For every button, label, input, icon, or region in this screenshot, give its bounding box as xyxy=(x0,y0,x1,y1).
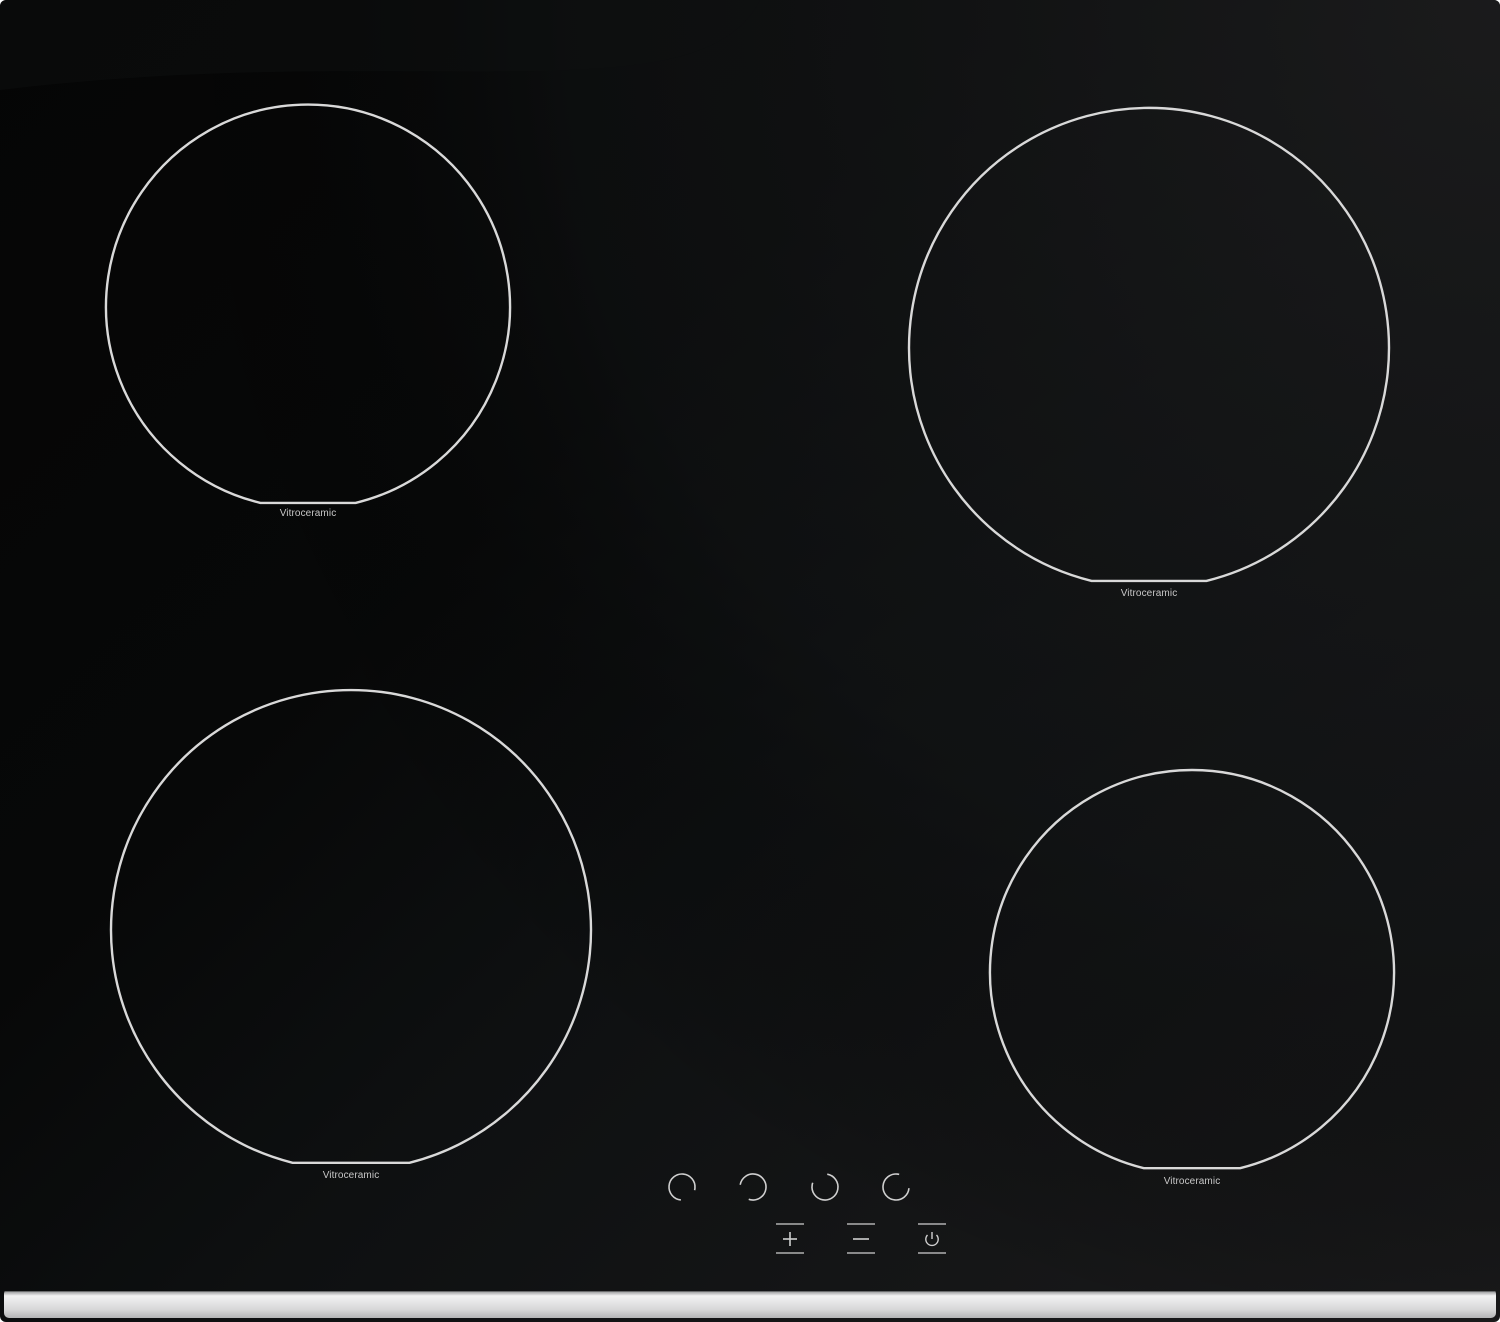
zone-label-front-left: Vitroceramic xyxy=(322,1170,380,1181)
zone-label-front-right: Vitroceramic xyxy=(1163,1176,1221,1187)
zone-label-rear-right: Vitroceramic xyxy=(1120,588,1178,599)
zone-front-right-outline xyxy=(988,768,1396,1170)
zone-selector-front-right-icon xyxy=(882,1173,910,1201)
zone-label-rear-left: Vitroceramic xyxy=(279,508,337,519)
power-icon xyxy=(918,1223,946,1254)
zone-rear-right-outline xyxy=(907,106,1391,583)
zone-selector-front-left[interactable] xyxy=(666,1171,698,1203)
zone-selector-rear-right-icon xyxy=(811,1173,839,1201)
zone-front-left-outline xyxy=(109,688,593,1164)
zone-selector-front-right[interactable] xyxy=(880,1171,912,1203)
stainless-steel-trim xyxy=(4,1291,1496,1318)
zone-selector-rear-left[interactable] xyxy=(737,1171,769,1203)
zone-selector-front-left-icon xyxy=(668,1173,696,1201)
cooking-zones xyxy=(104,103,1396,1170)
zone-selector-rear-left-icon xyxy=(739,1173,767,1201)
power-button[interactable] xyxy=(916,1222,948,1256)
plus-button[interactable] xyxy=(774,1222,806,1256)
minus-icon xyxy=(847,1223,875,1254)
zone-selector-rear-right[interactable] xyxy=(809,1171,841,1203)
minus-button[interactable] xyxy=(845,1222,877,1256)
zone-rear-left-outline xyxy=(104,103,512,505)
plus-icon xyxy=(776,1223,804,1254)
ceramic-hob: Vitroceramic Vitroceramic Vitroceramic V… xyxy=(0,0,1500,1322)
